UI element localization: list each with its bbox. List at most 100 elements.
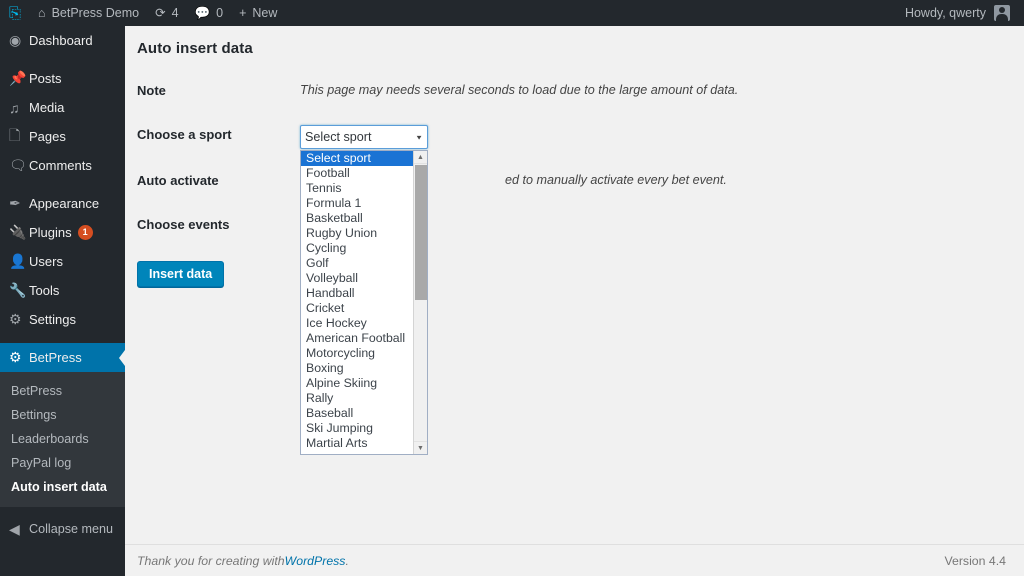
dropdown-option[interactable]: Golf [301, 256, 413, 271]
sidebar-item-pages[interactable]: 🗋 Pages [0, 122, 125, 151]
menu-separator-1 [0, 55, 125, 64]
dropdown-options: Select sport Football Tennis Formula 1 Baske… [301, 151, 413, 454]
sport-select[interactable]: Select sport ▼ [300, 125, 428, 149]
submenu-item-auto-insert-data[interactable]: Auto insert data [0, 475, 125, 499]
dropdown-option[interactable]: Alpine Skiing [301, 376, 413, 391]
footer-thanks-prefix: Thank you for creating with [137, 553, 285, 568]
dropdown-option[interactable]: Rugby Union [301, 226, 413, 241]
sidebar-item-betpress[interactable]: ⚙ BetPress [0, 343, 125, 372]
paintbrush-icon: ✒ [9, 195, 21, 211]
plug-icon: 🔌 [9, 224, 27, 240]
sidebar-item-comments[interactable]: 🗨 Comments [0, 151, 125, 180]
sidebar-label-plugins: Plugins [29, 225, 72, 240]
chevron-down-icon: ▼ [415, 133, 423, 141]
sidebar-label-media: Media [29, 100, 65, 115]
comments-menu[interactable]: 💬 0 [187, 0, 232, 26]
form-row-choose-sport: Choose a sport Select sport ▼ Select spo… [125, 123, 1024, 455]
submenu-item-paypal-log[interactable]: PayPal log [0, 451, 125, 475]
dropdown-option[interactable]: Rally [301, 391, 413, 406]
user-icon: 👤 [9, 253, 27, 269]
field-choose-a-sport: Select sport ▼ Select sport Football Tenni… [300, 123, 1024, 455]
dropdown-option[interactable]: Football [301, 166, 413, 181]
collapse-menu-label: Collapse menu [29, 522, 114, 536]
insert-data-button[interactable]: Insert data [137, 261, 225, 287]
sidebar-label-comments: Comments [29, 158, 92, 173]
dropdown-option[interactable]: Select sport [301, 151, 413, 166]
admin-bar-right: Howdy, qwerty [897, 0, 1024, 26]
dropdown-option[interactable]: American Football [301, 331, 413, 346]
sidebar-item-users[interactable]: 👤 Users [0, 247, 125, 276]
current-menu-arrow-icon [119, 349, 125, 366]
page-title: Auto insert data [137, 40, 253, 57]
wordpress-link[interactable]: WordPress [285, 554, 346, 568]
sidebar-label-posts: Posts [29, 71, 62, 86]
site-name-label: BetPress Demo [51, 6, 140, 20]
home-icon: ⌂ [38, 5, 46, 20]
submenu-item-leaderboards[interactable]: Leaderboards [0, 427, 125, 451]
form-row-note: Note This page may needs several seconds… [125, 79, 1024, 123]
my-account-menu[interactable]: Howdy, qwerty [897, 0, 1018, 26]
sidebar-label-tools: Tools [29, 283, 60, 298]
submenu-item-bettings[interactable]: Bettings [0, 403, 125, 427]
scroll-up-arrow-icon[interactable]: ▲ [414, 151, 427, 164]
new-content-menu[interactable]: + New [231, 0, 285, 26]
sidebar-label-pages: Pages [29, 129, 66, 144]
sidebar-item-posts[interactable]: 📌 Posts [0, 64, 125, 93]
new-label: New [252, 6, 278, 20]
form-row-choose-events: Choose events [125, 213, 1024, 257]
field-note: This page may needs several seconds to l… [300, 79, 1024, 100]
wordpress-version-label: Version 4.4 [944, 553, 1006, 568]
sport-select-value: Select sport [305, 130, 372, 144]
howdy-label: Howdy, qwerty [904, 6, 986, 20]
updates-icon: ⟳ [155, 5, 166, 20]
sport-dropdown-list[interactable]: Select sport Football Tennis Formula 1 Baske… [300, 150, 428, 455]
page-icon: 🗋 [9, 126, 21, 143]
comment-icon: 🗨 [9, 157, 27, 173]
dropdown-option[interactable]: Cycling [301, 241, 413, 256]
footer-thanks-suffix: . [345, 553, 349, 568]
main-content: Auto insert data Note This page may need… [125, 26, 1024, 576]
sidebar-item-media[interactable]: ♫ Media [0, 93, 125, 122]
dropdown-option[interactable]: Volleyball [301, 271, 413, 286]
updates-count: 4 [171, 6, 179, 20]
admin-footer: Thank you for creating with WordPress . … [125, 544, 1024, 576]
dropdown-option[interactable]: Formula 1 [301, 196, 413, 211]
submenu-item-betpress[interactable]: BetPress [0, 379, 125, 403]
dropdown-option[interactable]: Basketball [301, 211, 413, 226]
betpress-submenu: BetPress Bettings Leaderboards PayPal lo… [0, 372, 125, 507]
media-icon: ♫ [9, 99, 20, 116]
sidebar-item-dashboard[interactable]: ◉ Dashboard [0, 26, 125, 55]
comments-count: 0 [216, 6, 224, 20]
sidebar-label-appearance: Appearance [29, 196, 100, 211]
dropdown-scroll-thumb[interactable] [415, 165, 427, 300]
settings-sliders-icon: ⚙ [9, 311, 22, 327]
sport-select-wrapper: Select sport ▼ Select sport Football Tenni… [300, 125, 428, 455]
label-choose-a-sport: Choose a sport [137, 127, 232, 142]
dropdown-scrollbar[interactable]: ▲ ▼ [413, 151, 427, 454]
dropdown-option[interactable]: Tennis [301, 181, 413, 196]
dropdown-option[interactable]: Martial Arts [301, 436, 413, 451]
collapse-menu-button[interactable]: ◀ Collapse menu [0, 512, 125, 546]
dropdown-option[interactable]: Motorcycling [301, 346, 413, 361]
sidebar-item-settings[interactable]: ⚙ Settings [0, 305, 125, 334]
site-name-menu[interactable]: ⌂ BetPress Demo [30, 0, 147, 26]
dropdown-option[interactable]: Ice Hockey [301, 316, 413, 331]
sidebar-item-plugins[interactable]: 🔌 Plugins 1 [0, 218, 125, 247]
auto-insert-form: Note This page may needs several seconds… [125, 79, 1024, 455]
menu-separator-2 [0, 180, 125, 189]
updates-menu[interactable]: ⟳ 4 [147, 0, 186, 26]
dropdown-option[interactable]: Cricket [301, 301, 413, 316]
sidebar-item-appearance[interactable]: ✒ Appearance [0, 189, 125, 218]
wordpress-logo-icon[interactable]: ⎘ [0, 0, 30, 26]
dropdown-option[interactable]: Baseball [301, 406, 413, 421]
dropdown-option[interactable]: Ski Jumping [301, 421, 413, 436]
sidebar-label-betpress: BetPress [29, 350, 82, 365]
comment-bubble-icon: 💬 [194, 5, 211, 20]
pin-icon: 📌 [9, 70, 27, 86]
dropdown-option[interactable]: Boxing [301, 361, 413, 376]
sidebar-item-tools[interactable]: 🔧 Tools [0, 276, 125, 305]
scroll-down-arrow-icon[interactable]: ▼ [414, 441, 427, 454]
label-choose-events: Choose events [137, 217, 230, 232]
dropdown-option[interactable]: Handball [301, 286, 413, 301]
label-auto-activate: Auto activate [137, 173, 219, 188]
